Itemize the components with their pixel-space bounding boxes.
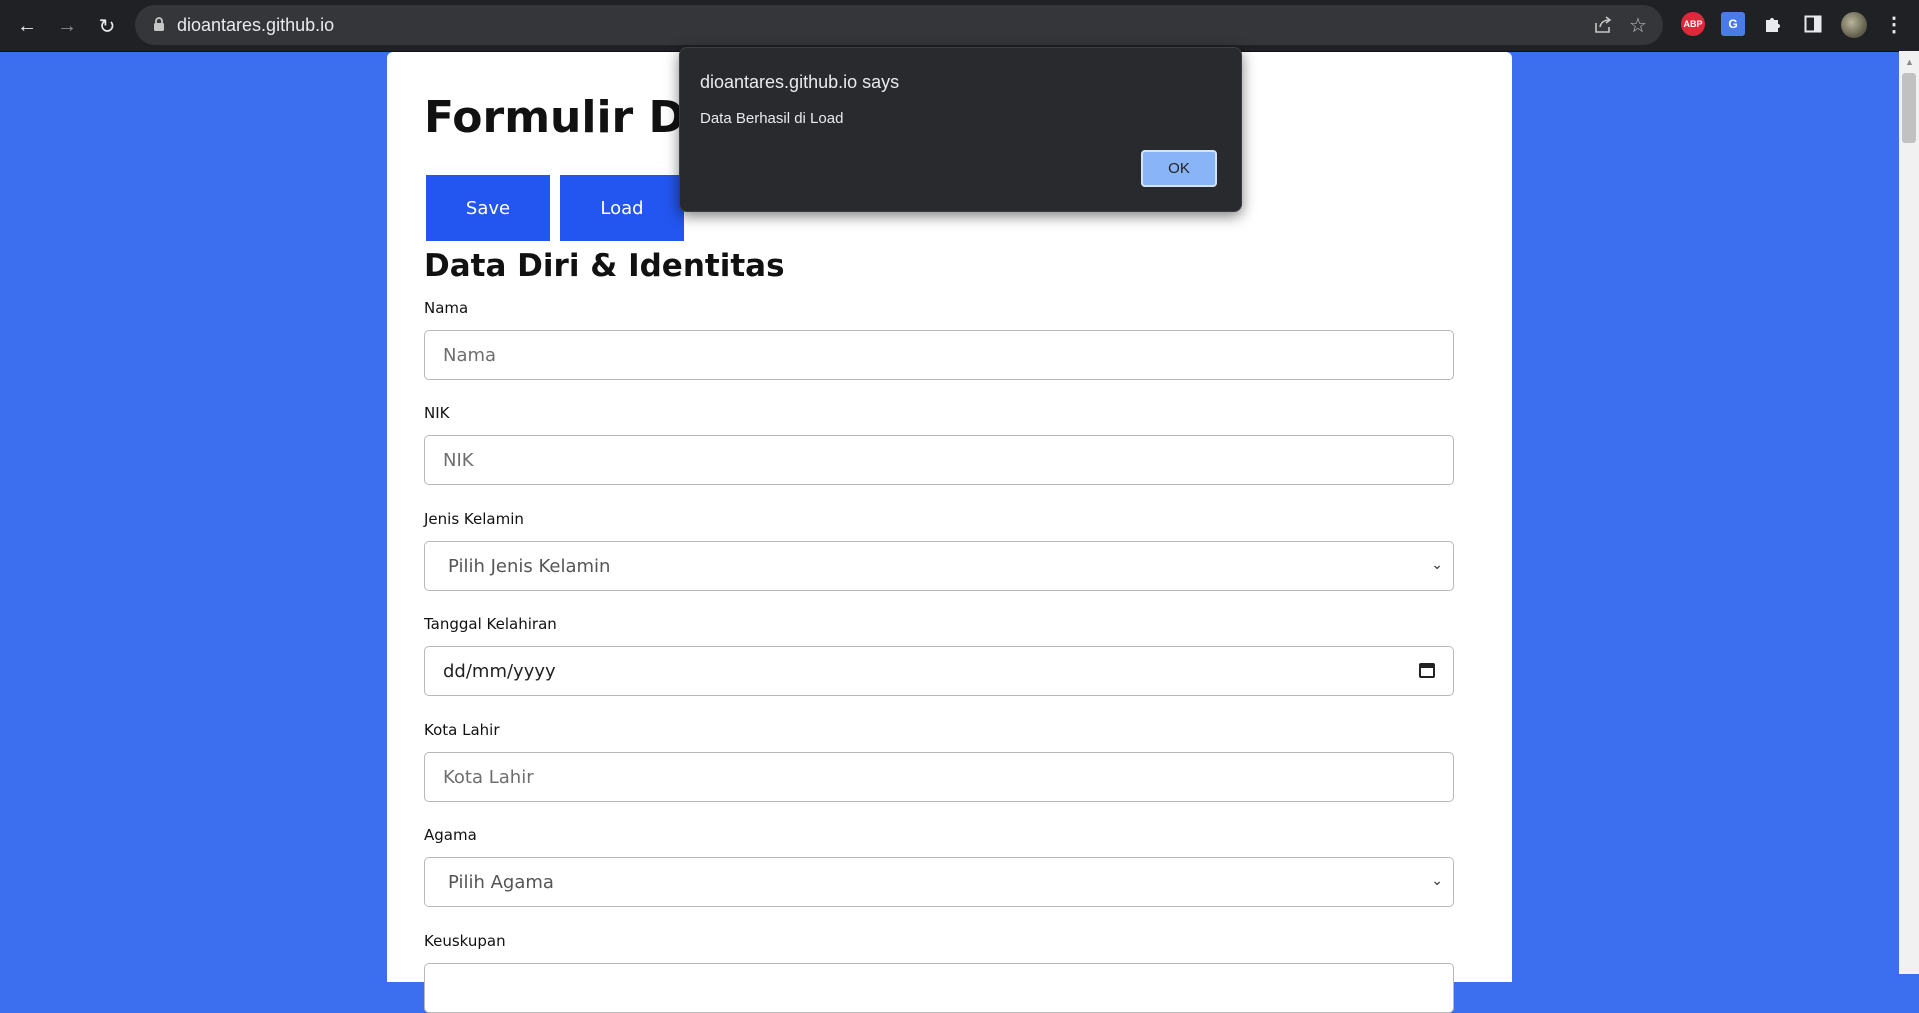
- ok-button[interactable]: OK: [1141, 150, 1217, 187]
- tanggal-value: dd/mm/yyyy: [443, 661, 556, 682]
- nik-input[interactable]: NIK: [424, 435, 1454, 485]
- lock-icon: [153, 17, 165, 37]
- browser-toolbar: ← → ↻ dioantares.github.io ☆ ABP G ⋮: [0, 0, 1919, 51]
- kota-label: Kota Lahir: [424, 721, 500, 739]
- reload-icon[interactable]: ↻: [94, 13, 120, 39]
- nama-placeholder: Nama: [443, 345, 497, 366]
- tanggal-label: Tanggal Kelahiran: [424, 615, 557, 633]
- scroll-up-arrow-icon[interactable]: ▲: [1905, 57, 1914, 67]
- save-button[interactable]: Save: [426, 175, 550, 241]
- kota-input[interactable]: Kota Lahir: [424, 752, 1454, 802]
- menu-kebab-icon[interactable]: ⋮: [1882, 12, 1906, 36]
- extensions-puzzle-icon[interactable]: [1761, 12, 1785, 36]
- bookmark-star-icon[interactable]: ☆: [1629, 13, 1647, 38]
- profile-avatar[interactable]: [1841, 12, 1867, 38]
- jenis-kelamin-select[interactable]: Pilih Jenis Kelamin ⌄: [424, 541, 1454, 591]
- section-title: Data Diri & Identitas: [424, 248, 785, 284]
- dialog-title: dioantares.github.io says: [700, 72, 900, 92]
- agama-value: Pilih Agama: [448, 872, 554, 893]
- agama-select[interactable]: Pilih Agama ⌄: [424, 857, 1454, 907]
- jenis-kelamin-value: Pilih Jenis Kelamin: [448, 556, 611, 577]
- adblock-plus-icon[interactable]: ABP: [1681, 12, 1705, 36]
- nama-label: Nama: [424, 299, 469, 317]
- nama-input[interactable]: Nama: [424, 330, 1454, 380]
- agama-label: Agama: [424, 826, 477, 844]
- jenis-kelamin-label: Jenis Kelamin: [424, 510, 524, 528]
- calendar-icon[interactable]: [1419, 662, 1435, 683]
- kota-placeholder: Kota Lahir: [443, 767, 534, 788]
- share-icon[interactable]: [1593, 15, 1613, 41]
- scroll-thumb[interactable]: [1902, 73, 1916, 143]
- back-arrow-icon[interactable]: ←: [14, 13, 40, 39]
- address-bar[interactable]: dioantares.github.io ☆: [135, 5, 1663, 45]
- tanggal-input[interactable]: dd/mm/yyyy: [424, 646, 1454, 696]
- dialog-message: Data Berhasil di Load: [700, 110, 844, 127]
- nik-label: NIK: [424, 404, 450, 422]
- alert-dialog: dioantares.github.io says Data Berhasil …: [679, 47, 1242, 212]
- translate-icon[interactable]: G: [1721, 12, 1745, 36]
- keuskupan-label: Keuskupan: [424, 932, 506, 950]
- forward-arrow-icon[interactable]: →: [54, 13, 80, 39]
- chevron-down-icon: ⌄: [1431, 556, 1443, 572]
- page-scrollbar[interactable]: ▲: [1899, 51, 1919, 974]
- nik-placeholder: NIK: [443, 450, 474, 471]
- chevron-down-icon: ⌄: [1431, 872, 1443, 888]
- side-panel-icon[interactable]: [1801, 12, 1825, 36]
- url-text[interactable]: dioantares.github.io: [177, 15, 334, 36]
- load-button[interactable]: Load: [560, 175, 684, 241]
- keuskupan-input[interactable]: [424, 963, 1454, 1013]
